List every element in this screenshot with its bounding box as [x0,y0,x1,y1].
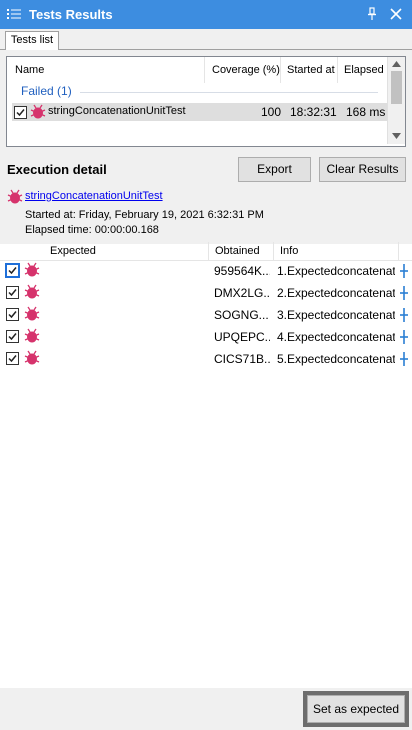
group-divider [80,92,378,93]
test-name: stringConcatenationUnitTest [48,105,186,117]
bug-icon [24,328,40,343]
plus-icon[interactable] [399,308,409,322]
column-header-started[interactable]: Started at [279,57,337,83]
bug-icon [24,350,40,365]
checkbox-checked-icon[interactable] [6,330,19,343]
tests-list-grid[interactable]: Name Coverage (%) Started at Elapsed Fai… [6,56,406,147]
plus-icon[interactable] [399,330,409,344]
result-row[interactable]: CICS71B... 5.Expectedconcatenat... [0,348,412,370]
bug-icon [24,284,40,299]
bug-icon [7,189,23,204]
column-header-name[interactable]: Name [7,57,204,83]
plus-icon[interactable] [399,264,409,278]
checkbox-checked-icon[interactable] [5,263,20,278]
checkbox-checked-icon[interactable] [14,106,27,119]
checkbox-checked-icon[interactable] [6,286,19,299]
bug-icon [30,104,46,119]
checkbox-checked-icon[interactable] [6,352,19,365]
test-started: 18:32:31 [290,105,337,119]
result-row[interactable]: SOGNG... 3.Expectedconcatenat... [0,304,412,326]
list-icon [7,9,21,19]
set-as-expected-button[interactable]: Set as expected [307,695,405,723]
plus-icon[interactable] [399,352,409,366]
scroll-up-icon[interactable] [392,61,401,67]
column-header-info[interactable]: Info [274,242,399,260]
obtained-cell: DMX2LG... [214,286,270,300]
result-row[interactable]: 959564K... 1.Expectedconcatenat... [0,260,412,282]
obtained-cell: SOGNG... [214,308,269,322]
checkbox-checked-icon[interactable] [6,308,19,321]
export-button[interactable]: Export [238,157,311,182]
test-coverage: 100 [261,105,282,119]
column-header-elapsed[interactable]: Elapsed [336,57,386,83]
pin-icon[interactable] [366,7,378,21]
test-row[interactable]: stringConcatenationUnitTest 100 18:32:31… [12,103,387,121]
obtained-cell: CICS71B... [214,352,270,366]
column-header-expected[interactable]: Expected [44,242,209,260]
column-header-coverage[interactable]: Coverage (%) [204,57,280,83]
bug-icon [24,306,40,321]
group-header-failed[interactable]: Failed (1) [21,84,72,98]
obtained-cell: 959564K... [214,264,270,278]
info-cell: 2.Expectedconcatenat... [277,286,395,300]
test-elapsed: 168 ms [346,105,386,119]
info-cell: 1.Expectedconcatenat... [277,264,395,278]
tab-tests-list[interactable]: Tests list [5,31,59,50]
info-cell: 5.Expectedconcatenat... [277,352,395,366]
info-cell: 4.Expectedconcatenat... [277,330,395,344]
obtained-cell: UPQEPC... [214,330,270,344]
scroll-thumb[interactable] [391,71,402,104]
result-row[interactable]: DMX2LG... 2.Expectedconcatenat... [0,282,412,304]
column-header-obtained[interactable]: Obtained [209,242,274,260]
vertical-scrollbar[interactable] [387,57,405,144]
plus-icon[interactable] [399,286,409,300]
elapsed-time-text: Elapsed time: 00:00:00.168 [25,224,159,236]
close-icon[interactable] [390,8,402,20]
started-at-text: Started at: Friday, February 19, 2021 6:… [25,209,264,221]
clear-results-button[interactable]: Clear Results [319,157,406,182]
title-bar: Tests Results [0,0,412,29]
execution-detail-title: Execution detail [7,162,107,177]
info-cell: 3.Expectedconcatenat... [277,308,395,322]
bug-icon [24,262,40,277]
scroll-down-icon[interactable] [392,133,401,139]
window-title: Tests Results [29,7,113,22]
result-row[interactable]: UPQEPC... 4.Expectedconcatenat... [0,326,412,348]
test-link[interactable]: stringConcatenationUnitTest [25,190,163,202]
